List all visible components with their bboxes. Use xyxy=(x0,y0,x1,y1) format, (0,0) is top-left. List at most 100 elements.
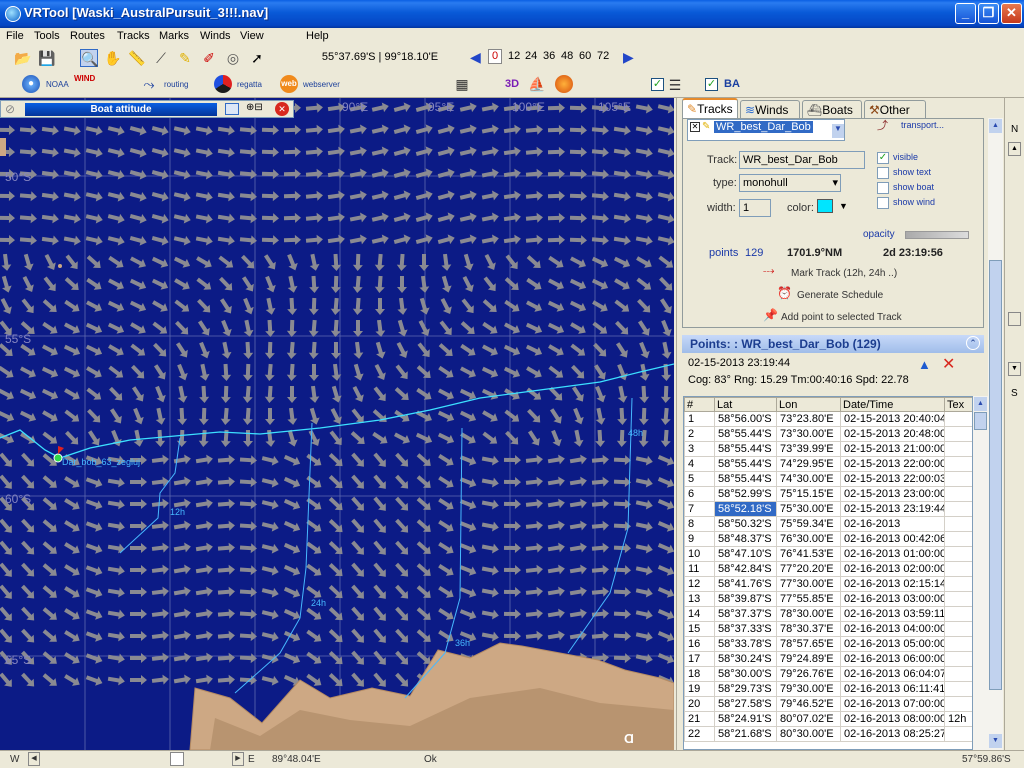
table-row[interactable]: 18 58°30.00'S 79°26.76'E 02-16-2013 06:04:0… xyxy=(684,666,972,682)
cell-tex[interactable] xyxy=(944,561,972,577)
table-row[interactable]: 3 58°55.44'S 73°39.99'E 02-15-2013 21:00:00 xyxy=(684,441,972,457)
cell-lat[interactable]: 58°52.99'S xyxy=(714,486,777,502)
close-button[interactable]: ✕ xyxy=(1001,3,1022,24)
cell-lon[interactable]: 74°29.95'E xyxy=(776,456,841,472)
cell-tex[interactable] xyxy=(944,501,972,517)
cell-lat[interactable]: 58°39.87'S xyxy=(714,591,777,607)
table-row[interactable]: 9 58°48.37'S 76°30.00'E 02-16-2013 00:42:06 xyxy=(684,531,972,547)
no-entry-icon[interactable]: ⊘ xyxy=(5,102,15,116)
cell-lat[interactable]: 58°48.37'S xyxy=(714,531,777,547)
cell-lat[interactable]: 58°27.58'S xyxy=(714,696,777,712)
cell-tex[interactable] xyxy=(944,636,972,652)
cell-lat[interactable]: 58°55.44'S xyxy=(714,456,777,472)
save-icon[interactable]: 💾 xyxy=(38,49,56,67)
layers-checkbox[interactable]: ✓ xyxy=(651,78,664,91)
table-row[interactable]: 22 58°21.68'S 80°30.00'E 02-16-2013 08:25:2… xyxy=(684,726,972,742)
track-list-item[interactable]: WR_best_Dar_Bob xyxy=(714,121,813,133)
track-name-input[interactable]: WR_best_Dar_Bob xyxy=(739,151,865,169)
cell-idx[interactable]: 13 xyxy=(684,591,715,607)
track-list-dropdown[interactable]: ▼ xyxy=(832,124,844,138)
cell-lon[interactable]: 73°39.99'E xyxy=(776,441,841,457)
cell-tex[interactable] xyxy=(944,516,972,532)
generate-schedule-button[interactable]: Generate Schedule xyxy=(797,290,883,301)
delete-point-icon[interactable]: ✕ xyxy=(942,354,955,374)
ba-checkbox[interactable]: ✓ xyxy=(705,78,718,91)
cell-lon[interactable]: 77°20.20'E xyxy=(776,561,841,577)
color-dropdown-icon[interactable]: ▼ xyxy=(839,201,848,211)
cell-dt[interactable]: 02-16-2013 03:59:11 xyxy=(840,606,945,622)
zoom-icon[interactable]: 🔍 xyxy=(80,49,98,67)
routing-label[interactable]: routing xyxy=(164,80,188,89)
cell-lat[interactable]: 58°30.00'S xyxy=(714,666,777,682)
minimize-button[interactable]: _ xyxy=(955,3,976,24)
line-tool-icon[interactable]: ⟋ xyxy=(152,49,170,67)
cell-lat[interactable]: 58°37.33'S xyxy=(714,621,777,637)
cell-lat[interactable]: 58°33.78'S xyxy=(714,636,777,652)
cell-lon[interactable]: 79°46.52'E xyxy=(776,696,841,712)
cell-lon[interactable]: 76°41.53'E xyxy=(776,546,841,562)
scroll-south-arrow[interactable]: ▼ xyxy=(1008,362,1021,376)
regatta-label[interactable]: regatta xyxy=(237,80,262,89)
track-checkbox[interactable]: ✕ xyxy=(690,122,700,132)
ruler-icon[interactable]: 📏 xyxy=(128,49,146,67)
move-up-icon[interactable]: ▲ xyxy=(918,357,931,372)
cell-lon[interactable]: 79°24.89'E xyxy=(776,651,841,667)
cell-tex[interactable] xyxy=(944,576,972,592)
cell-lon[interactable]: 78°30.37'E xyxy=(776,621,841,637)
webserver-icon[interactable]: web xyxy=(280,75,298,93)
opacity-slider[interactable] xyxy=(905,231,969,239)
cell-idx[interactable]: 12 xyxy=(684,576,715,592)
cell-dt[interactable]: 02-16-2013 06:04:07 xyxy=(840,666,945,682)
menu-view[interactable]: View xyxy=(240,30,264,42)
add-point-button[interactable]: Add point to selected Track xyxy=(781,312,902,323)
cell-dt[interactable]: 02-16-2013 04:00:00 xyxy=(840,621,945,637)
cell-dt[interactable]: 02-16-2013 03:00:00 xyxy=(840,591,945,607)
cell-idx[interactable]: 19 xyxy=(684,681,715,697)
table-row[interactable]: 19 58°29.73'S 79°30.00'E 02-16-2013 06:11:4… xyxy=(684,681,972,697)
cell-tex[interactable] xyxy=(944,621,972,637)
cell-dt[interactable]: 02-15-2013 22:00:00 xyxy=(840,456,945,472)
cell-idx[interactable]: 18 xyxy=(684,666,715,682)
panel-scrollbar[interactable]: ▲ ▼ xyxy=(988,118,1003,750)
webserver-label[interactable]: webserver xyxy=(303,80,340,89)
pan-hand-icon[interactable]: ✋ xyxy=(104,49,122,67)
routing-icon[interactable]: ⤳ xyxy=(140,75,158,93)
cell-tex[interactable] xyxy=(944,726,972,742)
cell-dt[interactable]: 02-15-2013 23:00:00 xyxy=(840,486,945,502)
mark-track-button[interactable]: Mark Track (12h, 24h ..) xyxy=(791,268,897,279)
cell-idx[interactable]: 5 xyxy=(684,471,715,487)
noaa-icon[interactable]: ● xyxy=(22,75,40,93)
wind-label[interactable]: WIND xyxy=(74,74,95,83)
cell-dt[interactable]: 02-16-2013 00:42:06 xyxy=(840,531,945,547)
eraser-icon[interactable]: ✐ xyxy=(200,49,218,67)
hour-48[interactable]: 48 xyxy=(561,50,573,62)
regatta-icon[interactable] xyxy=(214,75,232,93)
cell-lat[interactable]: 58°30.24'S xyxy=(714,651,777,667)
cell-tex[interactable] xyxy=(944,696,972,712)
cell-dt[interactable]: 02-16-2013 02:15:14 xyxy=(840,576,945,592)
cell-dt[interactable]: 02-16-2013 07:00:00 xyxy=(840,696,945,712)
cell-lat[interactable]: 58°24.91'S xyxy=(714,711,777,727)
tab-winds[interactable]: ≋Winds xyxy=(740,100,800,119)
cell-idx[interactable]: 22 xyxy=(684,726,715,742)
tab-tracks[interactable]: ✎Tracks xyxy=(682,98,738,119)
cell-idx[interactable]: 15 xyxy=(684,621,715,637)
cell-tex[interactable] xyxy=(944,411,972,427)
cell-tex[interactable] xyxy=(944,456,972,472)
cell-lon[interactable]: 79°30.00'E xyxy=(776,681,841,697)
cell-dt[interactable]: 02-15-2013 20:40:04 xyxy=(840,411,945,427)
hour-0[interactable]: 0 xyxy=(488,49,502,64)
cell-lon[interactable]: 73°30.00'E xyxy=(776,426,841,442)
layers-icon[interactable]: ☰ xyxy=(666,76,684,94)
cell-dt[interactable]: 02-16-2013 06:00:00 xyxy=(840,651,945,667)
cell-idx[interactable]: 6 xyxy=(684,486,715,502)
cell-tex[interactable] xyxy=(944,606,972,622)
collapse-icon[interactable]: ⌃ xyxy=(966,336,980,350)
hour-60[interactable]: 60 xyxy=(579,50,591,62)
scroll-up-arrow[interactable]: ▲ xyxy=(989,119,1002,133)
table-row[interactable]: 10 58°47.10'S 76°41.53'E 02-16-2013 01:00:0… xyxy=(684,546,972,562)
cell-dt[interactable]: 02-15-2013 22:00:03 xyxy=(840,471,945,487)
hour-24[interactable]: 24 xyxy=(525,50,537,62)
track-list[interactable]: ✕ ✎ WR_best_Dar_Bob ▼ xyxy=(687,119,845,141)
table-row[interactable]: 12 58°41.76'S 77°30.00'E 02-16-2013 02:15:1… xyxy=(684,576,972,592)
